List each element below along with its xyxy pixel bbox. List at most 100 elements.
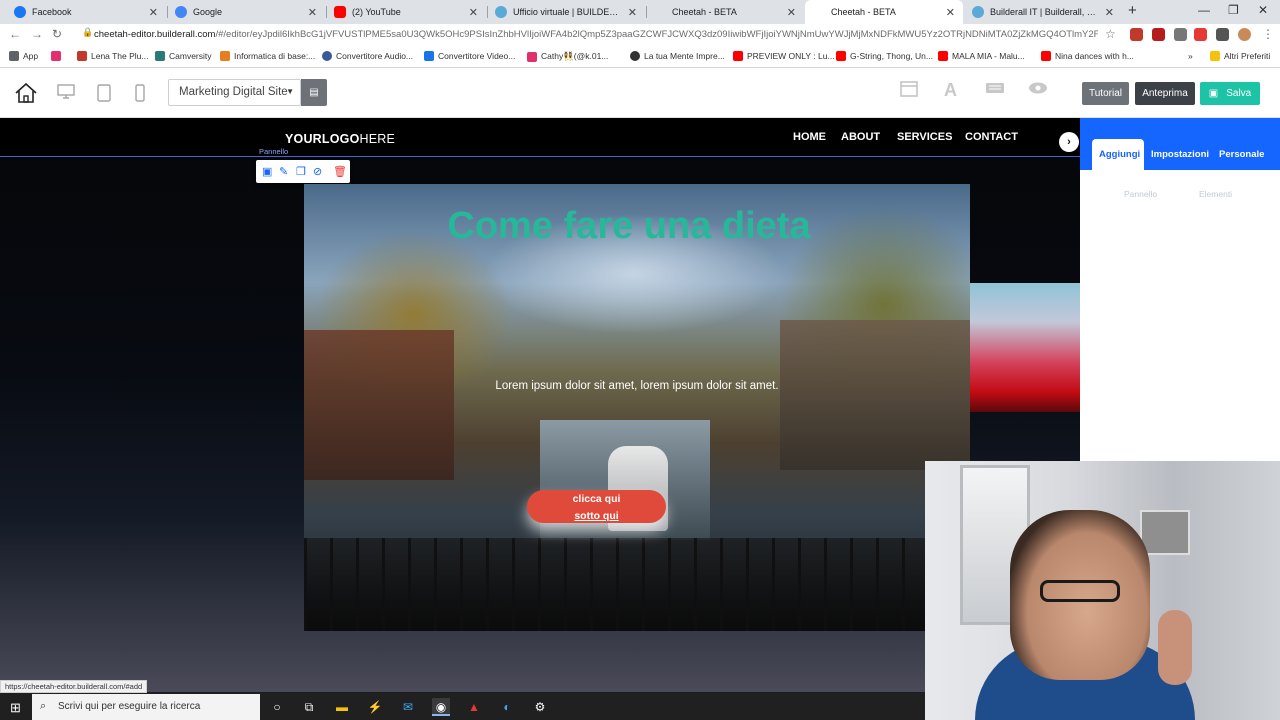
desktop-view-icon[interactable] — [56, 84, 76, 106]
bookmark[interactable]: Lena The Plu... — [77, 51, 149, 61]
trash-icon[interactable]: 🗑 — [333, 165, 347, 178]
bookmark-apps[interactable]: App — [9, 51, 38, 61]
cta-button[interactable]: clicca qui sotto qui — [527, 490, 666, 523]
bookmark[interactable] — [51, 51, 65, 61]
extension-icon[interactable] — [1174, 28, 1187, 41]
eye-icon[interactable] — [1028, 81, 1048, 100]
task-view-icon[interactable]: ⧉ — [300, 698, 318, 716]
close-icon[interactable]: ✕ — [628, 6, 637, 19]
url-field[interactable]: cheetah-editor.builderall.com/#/editor/e… — [78, 27, 1098, 43]
tab-add[interactable]: Aggiungi — [1099, 149, 1140, 160]
browser-tab-active[interactable]: Cheetah - BETA ✕ — [805, 0, 963, 24]
windows-start-icon[interactable]: ⊞ — [10, 700, 21, 716]
save-section-icon[interactable]: ▣ — [262, 165, 272, 178]
back-icon[interactable]: ← — [9, 27, 21, 41]
cta-line-2: sotto qui — [574, 510, 619, 522]
site-settings-button[interactable]: ▤ — [301, 79, 327, 106]
extension-icon[interactable] — [1130, 28, 1143, 41]
globe-icon — [630, 51, 640, 61]
image-element[interactable] — [970, 283, 1080, 412]
keyboard-icon[interactable] — [985, 81, 1005, 100]
browser-tab[interactable]: Builderall IT | Builderall, Piattafor ✕ — [964, 0, 1122, 24]
hero-image-railing — [304, 538, 970, 631]
close-icon[interactable]: ✕ — [308, 6, 317, 19]
browser-tab[interactable]: (2) YouTube ✕ — [326, 0, 486, 24]
reload-icon[interactable]: ↻ — [52, 27, 62, 41]
tab-settings[interactable]: Impostazioni — [1151, 149, 1209, 160]
chevron-down-icon: ▼ — [286, 87, 294, 96]
puzzle-icon[interactable] — [1216, 28, 1229, 41]
bookmark-other[interactable]: Altri Preferiti — [1210, 51, 1270, 61]
hide-icon[interactable]: ⊘ — [313, 165, 322, 178]
app-icon[interactable]: ⚡ — [366, 698, 384, 716]
duplicate-icon[interactable]: ❐ — [296, 165, 306, 178]
extension-icon[interactable] — [1194, 28, 1207, 41]
bookmark[interactable]: Informatica di base:... — [220, 51, 315, 61]
edge-icon[interactable]: ◐ — [498, 698, 516, 716]
nav-contact[interactable]: CONTACT — [965, 131, 1018, 143]
site-select[interactable]: Marketing Digital Site ▼ — [168, 79, 301, 106]
subtab-panel[interactable]: Pannello — [1124, 189, 1157, 199]
extension-icon[interactable] — [1152, 28, 1165, 41]
tutorial-button[interactable]: Tutorial — [1082, 82, 1129, 105]
bookmark[interactable]: Convertitore Audio... — [322, 51, 413, 61]
close-icon[interactable]: ✕ — [787, 6, 796, 19]
minimize-icon[interactable]: — — [1198, 3, 1210, 17]
star-icon[interactable]: ☆ — [1105, 27, 1116, 41]
google-icon — [175, 6, 187, 18]
kebab-menu-icon[interactable]: ⋮ — [1262, 27, 1274, 41]
bookmark[interactable]: Cathy👯‍♀️(@k.01... — [527, 51, 608, 62]
taskbar-search-placeholder: Scrivi qui per eseguire la ricerca — [58, 701, 201, 712]
browser-tab[interactable]: Facebook ✕ — [6, 0, 166, 24]
mail-icon[interactable]: ✉ — [399, 698, 417, 716]
save-button-label: Salva — [1226, 88, 1252, 99]
chevron-right-icon[interactable]: › — [1059, 132, 1079, 152]
page-icon — [813, 6, 825, 18]
nav-services[interactable]: SERVICES — [897, 131, 952, 143]
close-icon[interactable]: ✕ — [149, 6, 158, 19]
app-icon[interactable]: ⚙ — [531, 698, 549, 716]
typography-icon[interactable]: A — [944, 80, 957, 101]
restore-icon[interactable]: ❐ — [1228, 3, 1239, 17]
site-logo[interactable]: YOURLOGOHERE — [285, 132, 395, 146]
bookmark[interactable]: Nina dances with h... — [1041, 51, 1134, 61]
browser-tab[interactable]: Google ✕ — [167, 0, 325, 24]
browser-tab[interactable]: Ufficio virtuale | BUILDERALL, The ✕ — [487, 0, 645, 24]
edit-icon[interactable]: ✎ — [279, 165, 288, 178]
bookmark[interactable]: G-String, Thong, Un... — [836, 51, 933, 61]
close-icon[interactable]: ✕ — [469, 6, 478, 19]
youtube-icon — [836, 51, 846, 61]
bookmark[interactable]: Camversity — [155, 51, 212, 61]
close-icon[interactable]: ✕ — [946, 6, 955, 19]
tablet-view-icon[interactable] — [94, 84, 114, 106]
tab-personal[interactable]: Personale — [1219, 149, 1264, 160]
acrobat-icon[interactable]: ▲ — [465, 698, 483, 716]
file-explorer-icon[interactable]: ▬ — [333, 698, 351, 716]
new-tab-icon[interactable]: + — [1128, 2, 1137, 19]
preview-button[interactable]: Anteprima — [1135, 82, 1195, 105]
browser-tab[interactable]: Cheetah - BETA ✕ — [646, 0, 804, 24]
subtab-elements[interactable]: Elementi — [1199, 189, 1232, 199]
layout-icon[interactable] — [900, 81, 918, 102]
bookmark[interactable]: La tua Mente Impre... — [630, 51, 725, 61]
save-button[interactable]: ▣ Salva — [1200, 82, 1260, 105]
cortana-icon[interactable]: ○ — [268, 698, 286, 716]
forward-icon[interactable]: → — [31, 27, 43, 41]
chrome-icon[interactable]: ◉ — [432, 698, 450, 716]
bookmark[interactable]: MALA MIA - Malu... — [938, 51, 1025, 61]
home-icon[interactable] — [14, 82, 38, 104]
taskbar-search-input[interactable]: ⌕ Scrivi qui per eseguire la ricerca — [32, 694, 260, 720]
close-icon[interactable]: ✕ — [1105, 6, 1114, 19]
hero-title[interactable]: Come fare una dieta — [304, 205, 954, 248]
bookmarks-overflow-icon[interactable]: » — [1188, 51, 1193, 61]
tab-title: Facebook — [32, 7, 72, 17]
bookmark[interactable]: PREVIEW ONLY : Lu... — [733, 51, 835, 61]
close-window-icon[interactable]: ✕ — [1258, 3, 1268, 17]
hero-subtitle[interactable]: Lorem ipsum dolor sit amet, lorem ipsum … — [304, 380, 970, 392]
nav-about[interactable]: ABOUT — [841, 131, 880, 143]
webcam-person-glasses — [1040, 580, 1120, 602]
bookmark[interactable]: Convertitore Video... — [424, 51, 515, 61]
mobile-view-icon[interactable] — [130, 84, 150, 106]
nav-home[interactable]: HOME — [793, 131, 826, 143]
profile-avatar[interactable] — [1238, 28, 1251, 41]
